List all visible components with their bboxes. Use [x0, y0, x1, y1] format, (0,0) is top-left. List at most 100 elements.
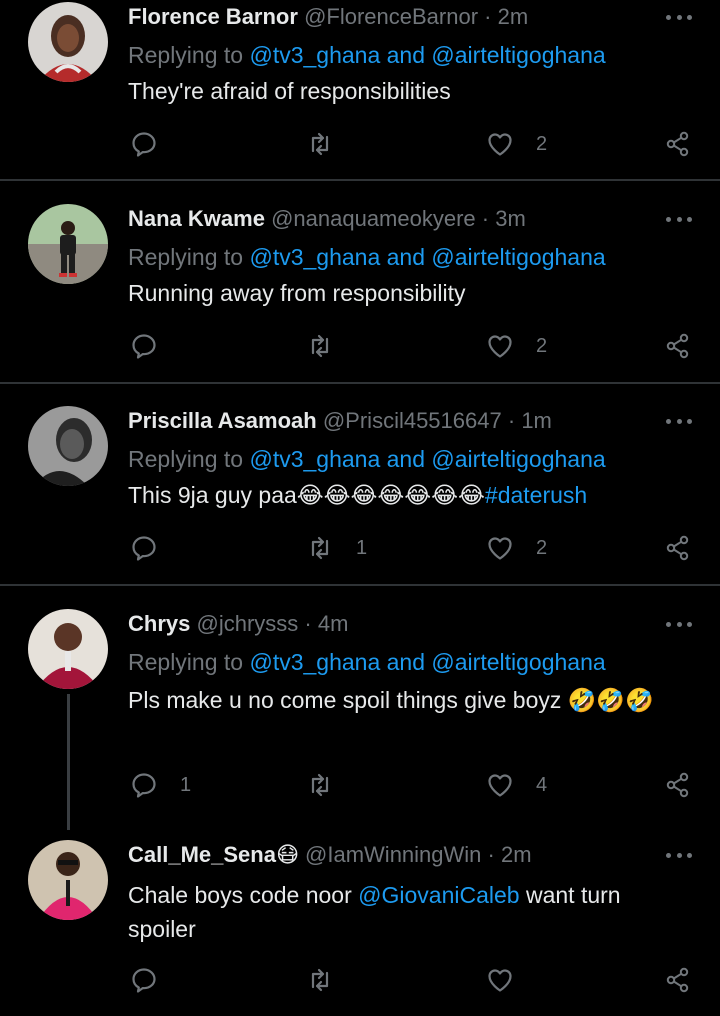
timestamp[interactable]: 3m	[495, 206, 526, 231]
display-name[interactable]: Florence Barnor	[128, 4, 298, 29]
reply-button[interactable]	[130, 328, 180, 364]
tweet-text: Running away from responsibility	[128, 280, 466, 306]
tweet[interactable]: Chrys @jchrysss · 4m Replying to @tv3_gh…	[0, 609, 720, 809]
reply-icon	[132, 968, 156, 993]
retweet-count: 1	[356, 536, 368, 559]
display-name[interactable]: Priscilla Asamoah	[128, 408, 317, 433]
hashtag-link[interactable]: #daterush	[485, 482, 587, 508]
rofl-emoji-row: 🤣🤣🤣	[567, 687, 654, 713]
retweet-button[interactable]: 1	[306, 530, 367, 566]
mask-emoji: 😷	[275, 842, 299, 867]
tweet-text-before: Chale boys code noor	[128, 882, 352, 908]
avatar[interactable]	[28, 406, 108, 486]
display-name[interactable]: Nana Kwame	[128, 206, 265, 231]
timestamp[interactable]: 2m	[501, 842, 532, 867]
tweet-text: This 9ja guy paa😂😂😂😂😂😂😂#daterush	[128, 478, 668, 512]
separator-dot: ·	[481, 206, 490, 231]
replying-prefix: Replying to	[128, 42, 244, 68]
mention-link[interactable]: @tv3_ghana	[249, 244, 380, 270]
tweet-text: They're afraid of responsibilities	[128, 78, 451, 104]
tweet[interactable]: Priscilla Asamoah @Priscil45516647 · 1m …	[0, 406, 720, 582]
share-button[interactable]	[664, 530, 692, 566]
avatar[interactable]	[28, 204, 108, 284]
user-handle[interactable]: @FlorenceBarnor	[304, 4, 478, 29]
separator-dot: ·	[507, 408, 516, 433]
more-icon[interactable]	[666, 840, 692, 870]
divider	[0, 584, 720, 586]
reply-button[interactable]	[130, 530, 180, 566]
share-button[interactable]	[664, 962, 692, 998]
user-handle[interactable]: @nanaquameokyere	[271, 206, 476, 231]
tweet-actions: 2	[0, 126, 720, 162]
like-count: 2	[536, 334, 548, 357]
tweet[interactable]: Call_Me_Sena😷 @IamWinningWin · 2m Chale …	[0, 840, 720, 1016]
mention-link[interactable]: @GiovaniCaleb	[358, 882, 519, 908]
avatar[interactable]	[28, 840, 108, 920]
like-icon	[488, 537, 512, 560]
tweet-text: Pls make u no come spoil things give boy…	[128, 683, 668, 717]
share-icon	[666, 131, 689, 157]
display-name[interactable]: Chrys	[128, 611, 190, 636]
tweet-text: Chale boys code noor @GiovaniCaleb want …	[128, 878, 668, 946]
display-name[interactable]: Call_Me_Sena	[128, 842, 276, 867]
tweet[interactable]: Florence Barnor @FlorenceBarnor · 2m Rep…	[0, 2, 720, 180]
reply-button[interactable]	[130, 126, 180, 162]
like-button[interactable]: 4	[486, 767, 547, 803]
user-handle[interactable]: @Priscil45516647	[323, 408, 502, 433]
replying-and[interactable]: and	[387, 649, 425, 675]
avatar[interactable]	[28, 2, 108, 82]
avatar-photo	[28, 609, 108, 689]
like-icon	[488, 133, 512, 156]
share-button[interactable]	[664, 126, 692, 162]
timestamp[interactable]: 1m	[521, 408, 552, 433]
divider	[0, 179, 720, 181]
user-handle[interactable]: @jchrysss	[196, 611, 298, 636]
more-icon[interactable]	[666, 609, 692, 639]
more-icon[interactable]	[666, 406, 692, 436]
mention-link[interactable]: @tv3_ghana	[249, 446, 380, 472]
retweet-icon	[311, 773, 329, 797]
like-count: 2	[536, 132, 548, 155]
tweet-header: Priscilla Asamoah @Priscil45516647 · 1m	[128, 406, 552, 436]
mention-link[interactable]: @airteltigoghana	[431, 244, 605, 270]
tweet-header: Nana Kwame @nanaquameokyere · 3m	[128, 204, 526, 234]
tweet[interactable]: Nana Kwame @nanaquameokyere · 3m Replyin…	[0, 204, 720, 380]
replying-and[interactable]: and	[387, 244, 425, 270]
retweet-button[interactable]	[306, 962, 356, 998]
mention-link[interactable]: @tv3_ghana	[249, 42, 380, 68]
mention-link[interactable]: @tv3_ghana	[249, 649, 380, 675]
mention-link[interactable]: @airteltigoghana	[431, 446, 605, 472]
like-button[interactable]: 2	[486, 530, 547, 566]
replying-and[interactable]: and	[387, 446, 425, 472]
reply-button[interactable]	[130, 962, 180, 998]
avatar[interactable]	[28, 609, 108, 689]
retweet-button[interactable]	[306, 126, 356, 162]
separator-dot: ·	[487, 842, 495, 867]
more-icon[interactable]	[666, 204, 692, 234]
timestamp[interactable]: 2m	[498, 4, 529, 29]
like-button[interactable]	[486, 962, 536, 998]
retweet-icon	[311, 132, 329, 156]
divider	[0, 382, 720, 384]
avatar-photo	[28, 2, 108, 82]
more-icon[interactable]	[666, 2, 692, 32]
share-button[interactable]	[664, 767, 692, 803]
avatar-photo	[28, 406, 108, 486]
separator-dot: ·	[304, 611, 312, 636]
tweet-text-content: This 9ja guy paa	[128, 482, 297, 508]
retweet-button[interactable]	[306, 767, 356, 803]
replying-and[interactable]: and	[387, 42, 425, 68]
like-button[interactable]: 2	[486, 328, 547, 364]
reply-button[interactable]: 1	[130, 767, 191, 803]
timestamp[interactable]: 4m	[318, 611, 349, 636]
mention-link[interactable]: @airteltigoghana	[431, 42, 605, 68]
share-button[interactable]	[664, 328, 692, 364]
retweet-icon	[311, 968, 329, 992]
tweet-header: Chrys @jchrysss · 4m	[128, 609, 348, 639]
user-handle[interactable]: @IamWinningWin	[305, 842, 481, 867]
replying-to: Replying to @tv3_ghana and @airteltigogh…	[128, 40, 606, 70]
separator-dot: ·	[484, 4, 492, 29]
retweet-button[interactable]	[306, 328, 356, 364]
like-button[interactable]: 2	[486, 126, 547, 162]
mention-link[interactable]: @airteltigoghana	[431, 649, 605, 675]
